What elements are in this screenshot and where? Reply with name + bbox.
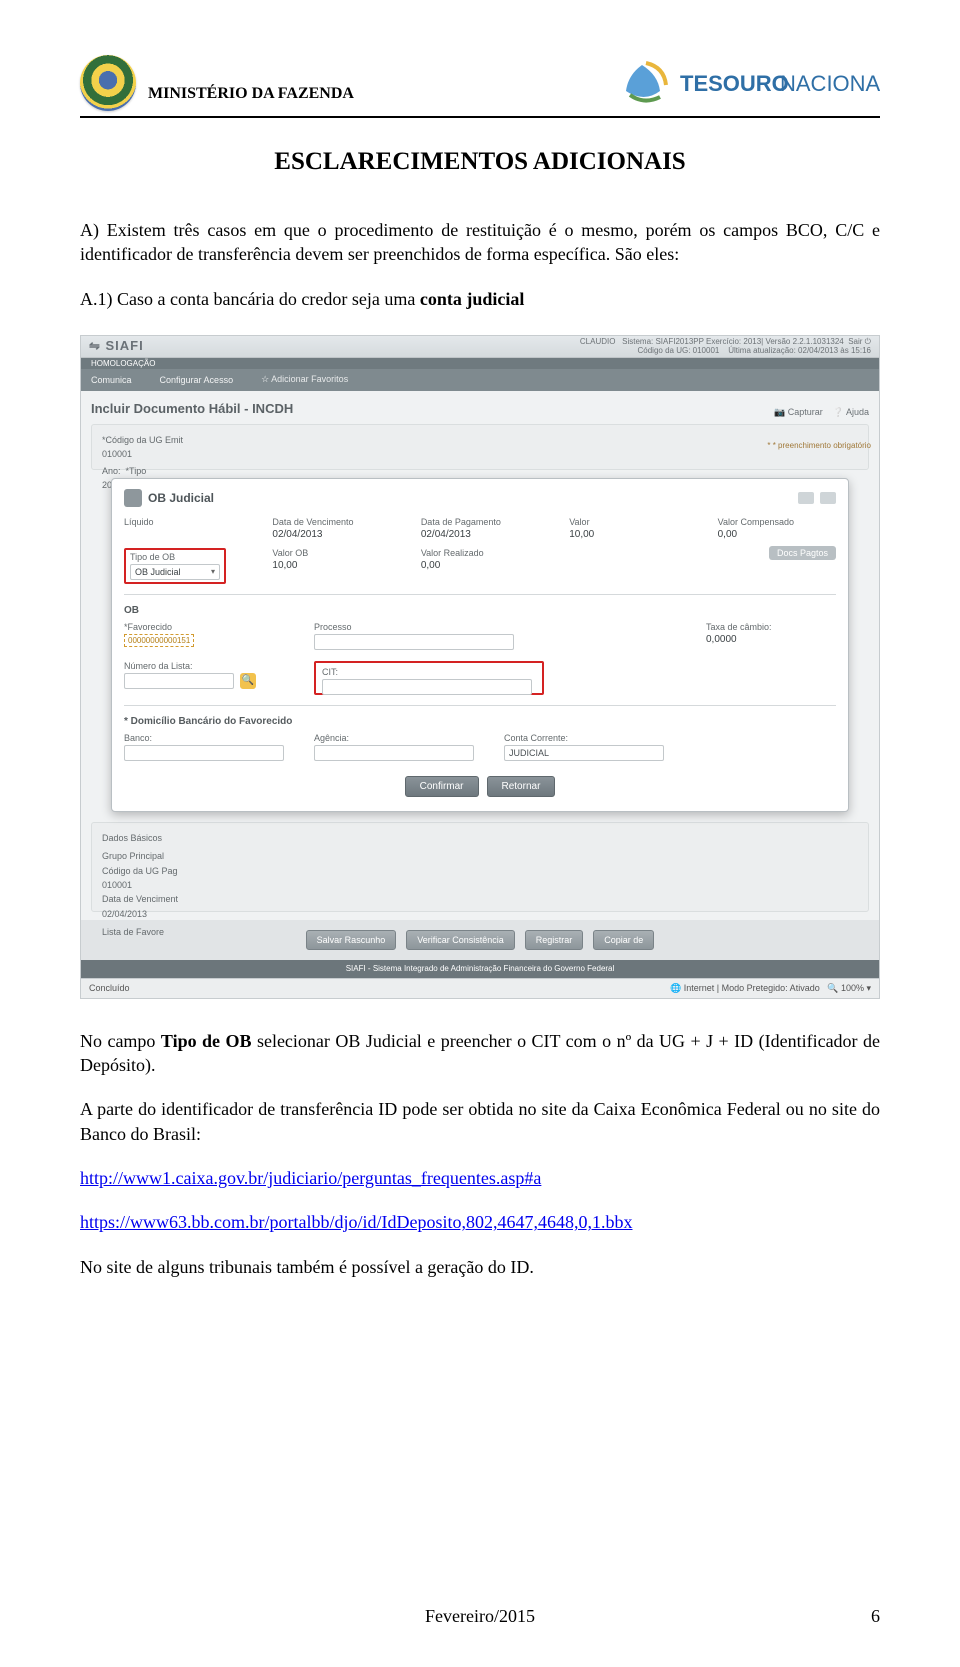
siafi-top-info: CLAUDIO Sistema: SIAFI2013PP Exercício: …: [580, 337, 871, 356]
tesouro-nacional-logo: TESOURO NACIONAL: [620, 61, 880, 111]
link-bb[interactable]: https://www63.bb.com.br/portalbb/djo/id/…: [80, 1212, 632, 1232]
numero-lista-input[interactable]: [124, 673, 234, 689]
tipo-ob-select[interactable]: OB Judicial: [130, 564, 220, 580]
paragraph-tipo-ob: No campo Tipo de OB selecionar OB Judici…: [80, 1029, 880, 1078]
modal-title: OB Judicial: [148, 491, 214, 505]
cit-input[interactable]: [322, 679, 532, 695]
processo-input[interactable]: [314, 634, 514, 650]
agencia-input[interactable]: [314, 745, 474, 761]
page-header: MINISTÉRIO DA FAZENDA TESOURO NACIONAL: [80, 55, 880, 111]
paragraph-tribunais: No site de alguns tribunais também é pos…: [80, 1255, 880, 1279]
internet-icon: 🌐: [670, 983, 681, 993]
modal-camera-icon[interactable]: [798, 492, 814, 504]
siafi-footer: SIAFI - Sistema Integrado de Administraç…: [81, 960, 879, 978]
modal-help-icon[interactable]: [820, 492, 836, 504]
siafi-logo: ⇋ SIAFI: [89, 338, 144, 354]
homologacao-badge: HOMOLOGAÇÃO: [81, 358, 879, 369]
paragraph-id-info: A parte do identificador de transferênci…: [80, 1097, 880, 1146]
ob-judicial-modal: OB Judicial Líquido Data de Vencimento02…: [111, 478, 849, 812]
header-divider: [80, 116, 880, 118]
favorecido-value: 00000000000151: [124, 634, 194, 647]
case-a1-heading: A.1) Caso a conta bancária do credor sej…: [80, 287, 880, 311]
menu-comunica[interactable]: Comunica: [91, 375, 132, 385]
capturar-link[interactable]: 📷 Capturar: [774, 407, 823, 418]
svg-text:TESOURO: TESOURO: [680, 71, 789, 96]
modal-doc-icon: [124, 489, 142, 507]
footer-page-number: 6: [871, 1606, 880, 1627]
link-caixa[interactable]: http://www1.caixa.gov.br/judiciario/perg…: [80, 1168, 541, 1188]
cit-highlight: CIT:: [314, 661, 544, 695]
svg-text:NACIONAL: NACIONAL: [780, 71, 880, 96]
incdh-title: Incluir Documento Hábil - INCDH: [91, 401, 293, 416]
obligatory-note: * * preenchimento obrigatório: [767, 441, 871, 450]
retornar-button[interactable]: Retornar: [487, 776, 556, 797]
siafi-screenshot: ⇋ SIAFI CLAUDIO Sistema: SIAFI2013PP Exe…: [80, 335, 880, 999]
footer-date: Fevereiro/2015: [0, 1606, 960, 1627]
conta-input[interactable]: JUDICIAL: [504, 745, 664, 761]
brazil-seal-icon: [80, 55, 136, 111]
bg-form-under: Dados Básicos Grupo Principal Código da …: [91, 822, 869, 912]
domicilio-section-title: * Domicílio Bancário do Favorecido: [124, 716, 836, 727]
banco-input[interactable]: [124, 745, 284, 761]
docs-pgtos-button[interactable]: Docs Pagtos: [769, 546, 836, 560]
tipo-ob-highlight: Tipo de OB OB Judicial: [124, 548, 226, 584]
bg-form-top: *Código da UG Emit 010001 Ano: *Tipo 201…: [91, 424, 869, 470]
search-icon[interactable]: 🔍: [240, 673, 256, 689]
ministry-label: MINISTÉRIO DA FAZENDA: [148, 85, 354, 111]
browser-status-bar: Concluído 🌐 Internet | Modo Pretegido: A…: [81, 978, 879, 998]
ajuda-link[interactable]: ❔ Ajuda: [833, 407, 869, 418]
siafi-menubar: Comunica Configurar Acesso ☆ Adicionar F…: [81, 369, 879, 391]
ob-section-title: OB: [124, 605, 836, 616]
confirmar-button[interactable]: Confirmar: [405, 776, 479, 797]
menu-configurar-acesso[interactable]: Configurar Acesso: [160, 375, 234, 385]
intro-paragraph: A) Existem três casos em que o procedime…: [80, 218, 880, 267]
menu-adicionar-favoritos[interactable]: ☆ Adicionar Favoritos: [261, 374, 348, 385]
status-concluido: Concluído: [89, 983, 130, 993]
page-title: ESCLARECIMENTOS ADICIONAIS: [80, 148, 880, 176]
